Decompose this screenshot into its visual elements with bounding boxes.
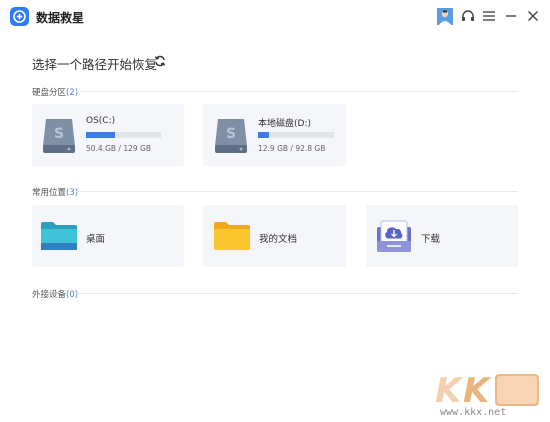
folder-label: 下载: [421, 234, 441, 245]
download-icon: [377, 220, 411, 252]
refresh-icon[interactable]: [154, 55, 166, 67]
drive-size: 12.9 GB / 92.8 GB: [258, 144, 326, 153]
section-common-label: 常用位置: [32, 188, 67, 198]
close-icon[interactable]: [525, 8, 541, 24]
drive-label: OS(C:): [86, 116, 116, 126]
svg-text:K: K: [435, 371, 464, 411]
drive-usage-fill: [86, 132, 116, 138]
section-external-count: (0): [66, 290, 79, 300]
documents-folder-icon: [214, 222, 250, 250]
folder-label: 桌面: [86, 234, 106, 245]
title-bar: 数据救星: [0, 0, 550, 34]
app-logo-icon: [10, 7, 29, 26]
app-title: 数据救星: [36, 11, 85, 25]
svg-text:K: K: [463, 371, 492, 411]
section-common-count: (3): [66, 188, 79, 198]
minimize-icon[interactable]: [503, 8, 519, 24]
section-common: 常用位置(3): [32, 186, 78, 198]
drive-label: 本地磁盘(D:): [258, 119, 311, 129]
hard-drive-icon: S: [215, 119, 247, 153]
drive-card-c[interactable]: S OS(C:) 50.4 GB / 129 GB: [32, 104, 184, 166]
section-external: 外接设备(0): [32, 288, 78, 300]
page-heading: 选择一个路径开始恢复: [32, 57, 158, 72]
hard-drive-icon: S: [43, 119, 75, 153]
headset-icon[interactable]: [460, 8, 476, 24]
menu-icon[interactable]: [481, 8, 497, 24]
watermark-text: www.kkx.net: [440, 407, 507, 418]
section-partitions-label: 硬盘分区: [32, 88, 67, 98]
desktop-folder-icon: [41, 222, 77, 250]
folder-card-documents[interactable]: 我的文档: [203, 205, 346, 267]
divider: [76, 191, 518, 192]
user-avatar[interactable]: [437, 8, 453, 25]
folder-card-downloads[interactable]: 下载: [366, 205, 518, 267]
drive-usage-bar: [258, 132, 334, 138]
drive-usage-fill: [258, 132, 269, 138]
section-partitions: 硬盘分区(2): [32, 86, 78, 98]
svg-text:S: S: [54, 126, 64, 142]
drive-size: 50.4 GB / 129 GB: [86, 144, 151, 153]
drive-card-d[interactable]: S 本地磁盘(D:) 12.9 GB / 92.8 GB: [203, 104, 346, 166]
svg-text:S: S: [226, 126, 236, 142]
folder-card-desktop[interactable]: 桌面: [32, 205, 184, 267]
divider: [76, 293, 518, 294]
drive-usage-bar: [86, 132, 161, 138]
divider: [76, 91, 518, 92]
folder-label: 我的文档: [259, 234, 298, 245]
section-external-label: 外接设备: [32, 290, 67, 300]
section-partitions-count: (2): [66, 88, 79, 98]
